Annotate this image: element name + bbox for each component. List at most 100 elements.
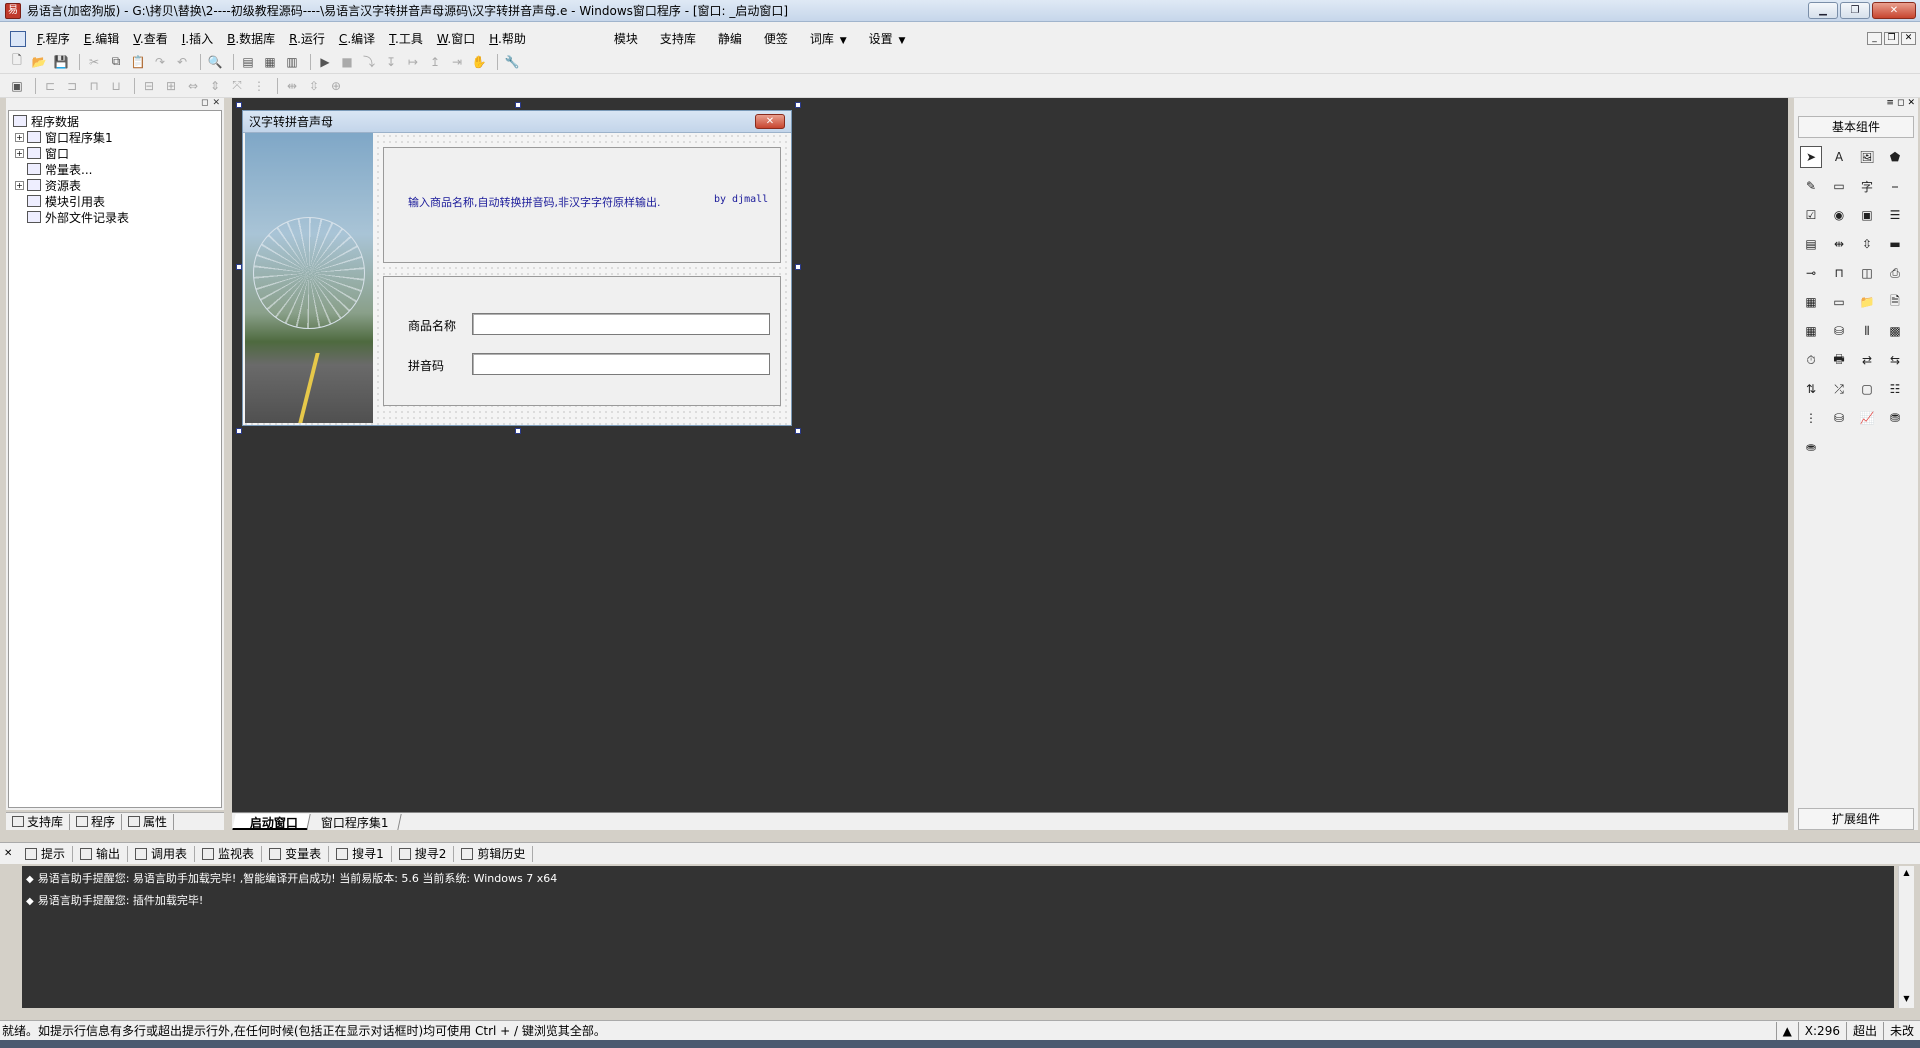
input-group[interactable]: 商品名称 拼音码 [383,276,781,406]
expand-icon[interactable]: + [15,148,24,158]
tree-item-resources[interactable]: + 资源表 [11,177,219,193]
vertical-scroll-icon[interactable]: ⇳ [1856,233,1878,255]
align-right-icon[interactable]: ⊐ [63,77,81,95]
tab-startup-window[interactable]: _启动窗口 [232,813,311,830]
resize-handle[interactable] [795,102,801,108]
step-into-icon[interactable]: ↧ [382,53,400,71]
mdi-close-button[interactable]: ✕ [1901,32,1916,45]
tree-item-window[interactable]: + 窗口 [11,145,219,161]
tab-program[interactable]: 程序 [70,813,123,830]
minimize-button[interactable]: ▁ [1808,2,1838,19]
step-over-icon[interactable]: ↦ [404,53,422,71]
scroll-up-icon[interactable]: ▲ [1899,866,1914,880]
network-client-icon[interactable]: ⇄ [1856,349,1878,371]
chart-component-icon[interactable]: 📈 [1856,407,1878,429]
group-box-icon[interactable]: ▣ [1856,204,1878,226]
grid-component-icon[interactable]: ▩ [1884,320,1906,342]
image-box-icon[interactable]: ▭ [1828,175,1850,197]
slider-icon[interactable]: ⊸ [1800,262,1822,284]
document-icon[interactable] [10,30,26,47]
tab-output[interactable]: 输出 [73,845,129,862]
label-component-icon[interactable]: A [1828,146,1850,168]
same-size-icon[interactable]: ⤧ [228,77,246,95]
scroll-down-icon[interactable]: ▼ [1899,992,1914,1006]
menu-component-icon[interactable]: ☷ [1884,378,1906,400]
print-preview-icon[interactable]: 🖶 [1828,349,1850,371]
pointer-icon[interactable]: ➤ [1800,146,1822,168]
menu-settings[interactable]: 设置 ▼ [858,30,917,47]
pinyin-input[interactable] [472,353,770,375]
menu-database[interactable]: B.数据库 [220,30,282,47]
tab-clip-history[interactable]: 剪辑历史 [454,845,534,862]
same-height-icon[interactable]: ⇕ [206,77,224,95]
expand-icon[interactable]: + [15,132,24,142]
align-top-icon[interactable]: ⊓ [85,77,103,95]
menu-support-lib[interactable]: 支持库 [649,30,707,47]
redo-icon[interactable]: ↷ [151,53,169,71]
file-component-icon[interactable]: 🗎 [1884,291,1906,313]
form-title-bar[interactable]: 汉字转拼音声母 [243,111,791,133]
output-scrollbar[interactable]: ▲ ▼ [1898,866,1914,1008]
data-provider-icon[interactable]: ⤮ [1828,378,1850,400]
output-close-icon[interactable]: ✕ [4,848,18,859]
menu-help[interactable]: H.帮助 [482,30,533,47]
resize-handle[interactable] [515,102,521,108]
menu-compile[interactable]: C.编译 [332,30,382,47]
tab-hint[interactable]: 提示 [18,845,74,862]
run-icon[interactable]: ▶ [316,53,334,71]
radio-icon[interactable]: ◉ [1828,204,1850,226]
extended-components-header[interactable]: 扩展组件 [1798,808,1914,830]
db-provider-icon[interactable]: ⛁ [1828,407,1850,429]
center-form-icon[interactable]: ⊕ [327,77,345,95]
tree-item-constants[interactable]: 常量表... [11,161,219,177]
odbc-database-icon[interactable]: ⛃ [1884,407,1906,429]
panel-close-icon[interactable]: ✕ [212,98,220,110]
clock-component-icon[interactable]: ⏱ [1800,349,1822,371]
tree-root[interactable]: 程序数据 [11,113,219,129]
designed-form[interactable]: 汉字转拼音声母 ✕ 输入商品名称,自动转换拼音码,非汉字字符原样输出. by d… [242,110,792,426]
panel-float-icon[interactable]: ◻ [1897,98,1904,110]
expand-icon[interactable]: + [15,180,24,190]
hand-icon[interactable]: ✋ [470,53,488,71]
step-out-icon[interactable]: ↥ [426,53,444,71]
panel-close-icon[interactable]: ✕ [1907,98,1915,110]
step-icon[interactable]: ⤵ [360,53,378,71]
menu-thesaurus[interactable]: 词库 ▼ [799,30,858,47]
form-close-icon[interactable]: ✕ [755,114,785,129]
layout-2-icon[interactable]: ▦ [261,53,279,71]
resize-handle[interactable] [236,102,242,108]
copy-icon[interactable]: ⧉ [107,53,125,71]
list-box-icon[interactable]: ☰ [1884,204,1906,226]
tree-item-external-files[interactable]: 外部文件记录表 [11,209,219,225]
horizontal-scroll-icon[interactable]: ⇹ [1828,233,1850,255]
form-client-area[interactable]: 输入商品名称,自动转换拼音码,非汉字字符原样输出. by djmall 商品名称… [243,133,791,425]
description-group[interactable]: 输入商品名称,自动转换拼音码,非汉字字符原样输出. by djmall [383,147,781,263]
space-evenly-icon[interactable]: ⋮ [250,77,268,95]
tab-search2[interactable]: 搜寻2 [392,845,455,862]
tree-item-assembly[interactable]: + 窗口程序集1 [11,129,219,145]
new-file-icon[interactable]: 🗋 [8,53,26,71]
menu-static-compile[interactable]: 静编 [707,30,753,47]
edit-box-icon[interactable]: ✎ [1800,175,1822,197]
odbc-provider-icon[interactable]: ⛂ [1800,436,1822,458]
layout-1-icon[interactable]: ▤ [239,53,257,71]
project-tree[interactable]: 程序数据 + 窗口程序集1 + 窗口 常量表... + 资源表 模块引用表 外部… [8,110,222,808]
picture-box-icon[interactable]: 🖼 [1856,146,1878,168]
timer-component-icon[interactable]: ◫ [1856,262,1878,284]
menu-sticky[interactable]: 便签 [753,30,799,47]
tab-call-stack[interactable]: 调用表 [128,845,196,862]
printer-component-icon[interactable]: ⎙ [1884,262,1906,284]
paste-icon[interactable]: 📋 [129,53,147,71]
center-form-v-icon[interactable]: ⇳ [305,77,323,95]
close-button[interactable]: ✕ [1872,2,1916,19]
network-server-icon[interactable]: ⇆ [1884,349,1906,371]
run-to-cursor-icon[interactable]: ⇥ [448,53,466,71]
stop-icon[interactable]: ■ [338,53,356,71]
maximize-button[interactable]: ❐ [1840,2,1870,19]
align-left-icon[interactable]: ⊏ [41,77,59,95]
resize-handle[interactable] [795,264,801,270]
menu-view[interactable]: V.查看 [126,30,175,47]
menu-window[interactable]: W.窗口 [430,30,482,47]
ferris-wheel-image[interactable] [245,133,373,423]
output-console[interactable]: ◆ 易语言助手提醒您: 易语言助手加载完毕! ,智能编译开启成功! 当前易版本: … [22,866,1894,1008]
